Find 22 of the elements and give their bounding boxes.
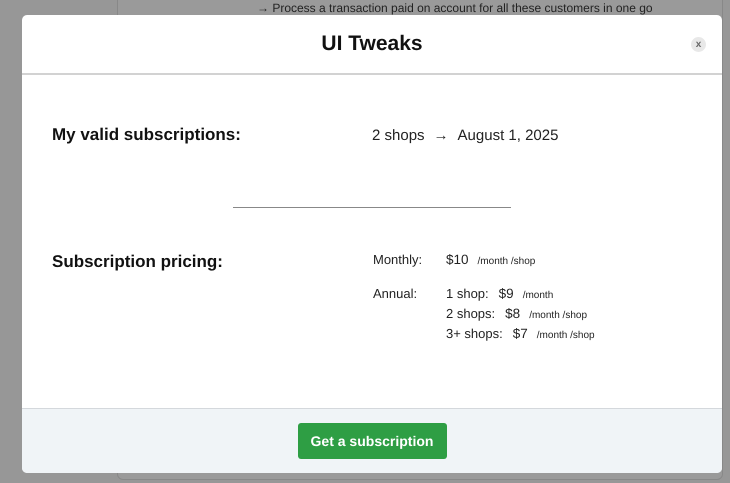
expiry-date: August 1, 2025 — [458, 126, 558, 144]
price-unit: /month — [522, 290, 554, 301]
dialog-title: UI Tweaks — [321, 32, 423, 56]
tier-label: 2 shops: — [446, 306, 496, 321]
price: $9 — [498, 286, 514, 301]
price: $7 — [512, 326, 528, 341]
price-unit: /month /shop — [529, 310, 587, 321]
arrow-text: → — [434, 126, 449, 144]
tier-label: 3+ shops: — [446, 326, 503, 341]
plan-label: Annual: — [373, 286, 418, 303]
tier-label: 1 shop: — [446, 286, 489, 301]
price: $10 — [446, 252, 469, 267]
subscribe-button[interactable]: Get a subscription — [298, 423, 446, 459]
shop-count: 2 shops — [372, 126, 425, 144]
plan-label: Monthly: — [373, 252, 424, 269]
pricing-label: Subscription pricing: — [52, 252, 224, 273]
price: $8 — [505, 306, 520, 321]
price-unit: /month /shop — [478, 256, 536, 267]
close-button[interactable]: x — [691, 37, 706, 52]
subscriptions-label: My valid subscriptions: — [52, 125, 242, 145]
background-text: → Process a transaction paid on account for all these customers in one go — [257, 2, 653, 15]
price-unit: /month /shop — [536, 330, 595, 341]
